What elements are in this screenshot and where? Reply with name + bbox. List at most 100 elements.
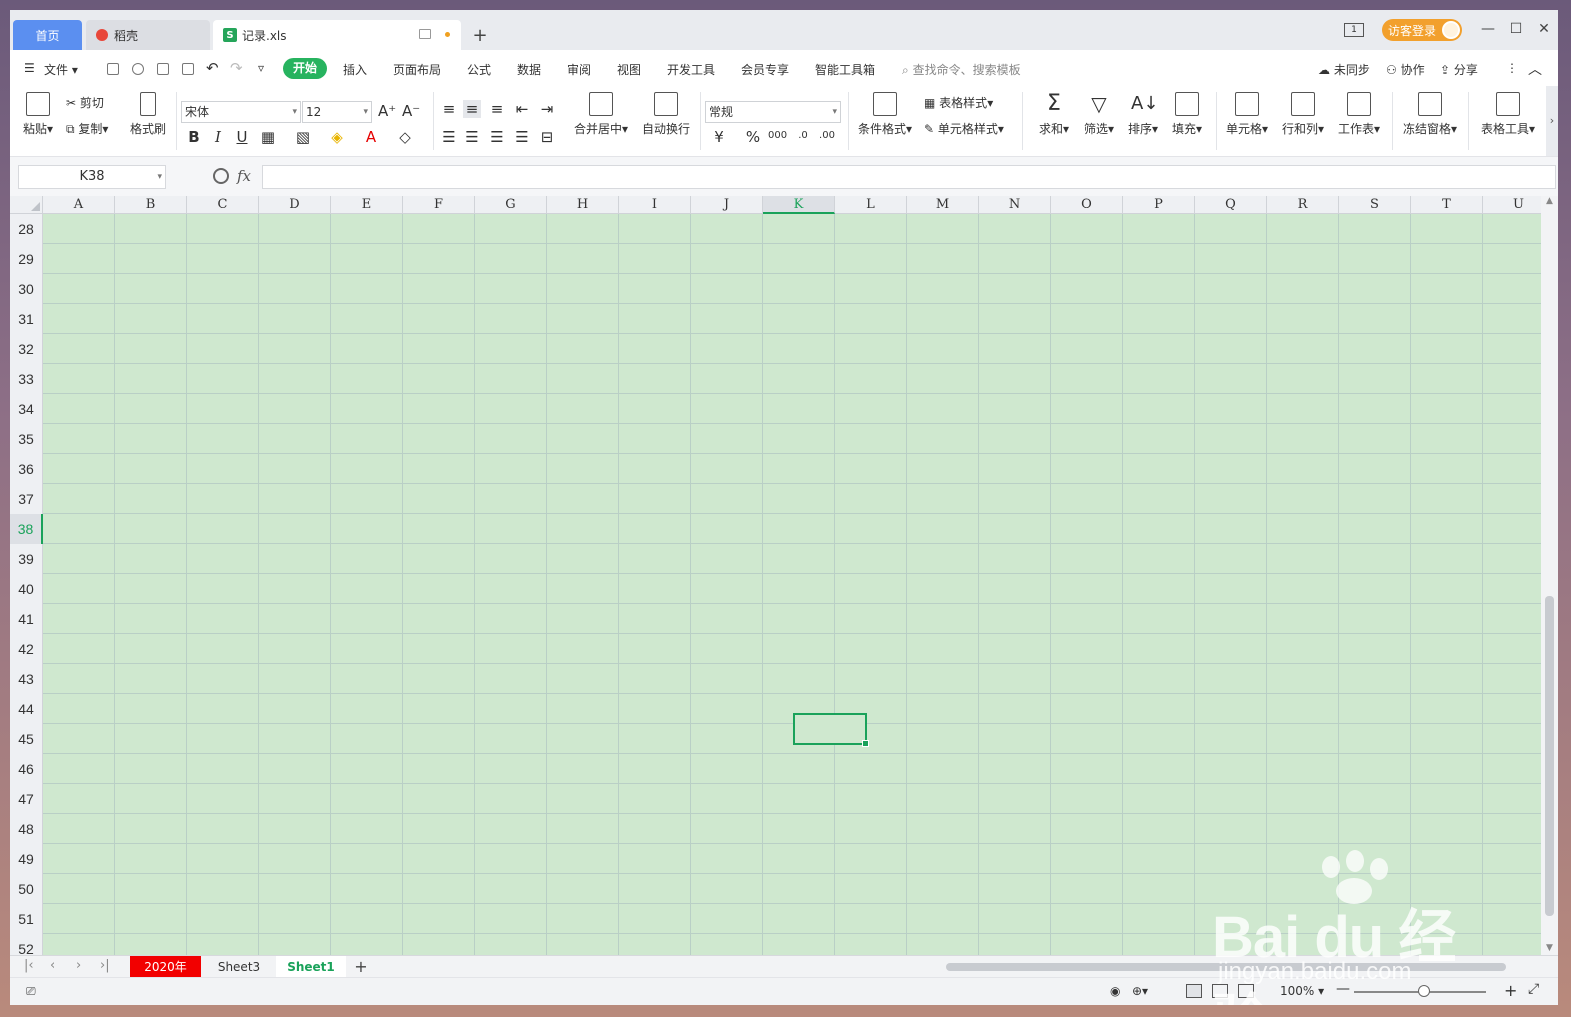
- row-header-33[interactable]: 33: [10, 364, 43, 394]
- row-header-30[interactable]: 30: [10, 274, 43, 304]
- fx-icon[interactable]: fx: [237, 167, 251, 185]
- decrease-font-icon[interactable]: A⁻: [402, 102, 420, 120]
- select-all-corner[interactable]: [10, 196, 43, 214]
- row-header-42[interactable]: 42: [10, 634, 43, 664]
- tab-home[interactable]: 首页: [13, 20, 82, 50]
- column-header-p[interactable]: P: [1123, 196, 1195, 214]
- align-bottom-icon[interactable]: ≡: [488, 100, 506, 118]
- menu-file[interactable]: 文件 ▾: [44, 61, 78, 78]
- sum-button[interactable]: Σ 求和▾: [1036, 92, 1072, 137]
- sync-button[interactable]: ☁ 未同步: [1318, 61, 1370, 78]
- row-header-35[interactable]: 35: [10, 424, 43, 454]
- login-button[interactable]: 访客登录: [1382, 19, 1462, 41]
- fullscreen-icon[interactable]: ⤢: [1528, 981, 1539, 997]
- cell-button[interactable]: 单元格▾: [1224, 92, 1270, 137]
- paste-button[interactable]: 粘贴▾: [22, 92, 54, 137]
- last-sheet-icon[interactable]: ›|: [100, 958, 110, 973]
- share-button[interactable]: ⇪ 分享: [1440, 61, 1478, 78]
- menu-data[interactable]: 数据: [517, 61, 541, 78]
- row-header-44[interactable]: 44: [10, 694, 43, 724]
- row-header-40[interactable]: 40: [10, 574, 43, 604]
- first-sheet-icon[interactable]: |‹: [24, 958, 34, 973]
- search-command[interactable]: ⌕ 查找命令、搜索模板: [902, 61, 1021, 78]
- font-size-select[interactable]: 12: [302, 101, 372, 123]
- row-header-41[interactable]: 41: [10, 604, 43, 634]
- decrease-indent-icon[interactable]: ⇤: [513, 100, 531, 118]
- column-header-m[interactable]: M: [907, 196, 979, 214]
- print-icon[interactable]: [157, 63, 169, 75]
- tab-daoke[interactable]: 稻壳: [86, 20, 210, 50]
- conditional-format-button[interactable]: 条件格式▾: [856, 92, 914, 137]
- row-header-32[interactable]: 32: [10, 334, 43, 364]
- distributed-icon[interactable]: ⊟: [538, 128, 556, 146]
- menu-page-layout[interactable]: 页面布局: [393, 61, 441, 78]
- row-header-36[interactable]: 36: [10, 454, 43, 484]
- row-header-38[interactable]: 38: [10, 514, 43, 544]
- sheet-tab-2020[interactable]: 2020年: [130, 956, 201, 978]
- row-header-37[interactable]: 37: [10, 484, 43, 514]
- increase-indent-icon[interactable]: ⇥: [538, 100, 556, 118]
- column-header-c[interactable]: C: [187, 196, 259, 214]
- column-header-t[interactable]: T: [1411, 196, 1483, 214]
- align-center-icon[interactable]: ☰: [463, 128, 481, 146]
- formula-input[interactable]: [262, 165, 1556, 189]
- worksheet-button[interactable]: 工作表▾: [1336, 92, 1382, 137]
- row-header-28[interactable]: 28: [10, 214, 43, 244]
- row-header-43[interactable]: 43: [10, 664, 43, 694]
- row-header-39[interactable]: 39: [10, 544, 43, 574]
- row-header-45[interactable]: 45: [10, 724, 43, 754]
- menu-insert[interactable]: 插入: [343, 61, 367, 78]
- add-sheet-button[interactable]: +: [351, 956, 371, 978]
- column-header-s[interactable]: S: [1339, 196, 1411, 214]
- collapse-ribbon-icon[interactable]: ︿: [1528, 59, 1542, 79]
- collab-button[interactable]: ⚇ 协作: [1386, 61, 1425, 78]
- read-mode-icon[interactable]: 1: [1344, 23, 1364, 37]
- close-icon[interactable]: ✕: [1536, 21, 1552, 37]
- sort-button[interactable]: A↓ 排序▾: [1125, 92, 1161, 137]
- format-painter-button[interactable]: 格式刷: [128, 92, 168, 137]
- menu-view[interactable]: 视图: [617, 61, 641, 78]
- column-header-i[interactable]: I: [619, 196, 691, 214]
- customize-icon[interactable]: ▿: [258, 61, 264, 75]
- print-preview-icon[interactable]: [182, 63, 194, 75]
- cut-button[interactable]: ✂ 剪切: [66, 94, 104, 111]
- menu-member[interactable]: 会员专享: [741, 61, 789, 78]
- menu-developer[interactable]: 开发工具: [667, 61, 715, 78]
- fill-color-icon[interactable]: ◈: [328, 128, 346, 146]
- align-left-icon[interactable]: ☰: [440, 128, 458, 146]
- row-header-31[interactable]: 31: [10, 304, 43, 334]
- cell-area[interactable]: [43, 214, 1541, 955]
- column-header-g[interactable]: G: [475, 196, 547, 214]
- row-header-48[interactable]: 48: [10, 814, 43, 844]
- minimize-icon[interactable]: —: [1480, 21, 1496, 37]
- align-top-icon[interactable]: ≡: [440, 100, 458, 118]
- menu-formula[interactable]: 公式: [467, 61, 491, 78]
- ribbon-scroll-right-icon[interactable]: ›: [1546, 86, 1558, 156]
- export-icon[interactable]: [132, 63, 144, 75]
- prev-sheet-icon[interactable]: ‹: [50, 958, 55, 973]
- freeze-panes-button[interactable]: 冻结窗格▾: [1400, 92, 1460, 137]
- zoom-formula-icon[interactable]: [213, 168, 229, 184]
- merge-center-button[interactable]: 合并居中▾: [570, 92, 632, 137]
- row-header-34[interactable]: 34: [10, 394, 43, 424]
- hamburger-icon[interactable]: ☰: [24, 61, 35, 75]
- redo-icon[interactable]: ↷: [230, 59, 243, 77]
- name-box[interactable]: K38: [18, 165, 166, 189]
- decrease-decimal-icon[interactable]: .00: [818, 130, 836, 141]
- wrap-text-button[interactable]: 自动换行: [640, 92, 692, 137]
- column-header-n[interactable]: N: [979, 196, 1051, 214]
- sheet-tab-sheet1[interactable]: Sheet1: [276, 956, 346, 978]
- row-header-46[interactable]: 46: [10, 754, 43, 784]
- normal-view-icon[interactable]: [1186, 984, 1202, 998]
- fill-pattern-icon[interactable]: ▧: [294, 128, 312, 146]
- align-middle-icon[interactable]: ≡: [463, 100, 481, 118]
- column-header-j[interactable]: J: [691, 196, 763, 214]
- bold-icon[interactable]: B: [185, 128, 203, 146]
- sheet-tab-sheet3[interactable]: Sheet3: [206, 956, 272, 978]
- border-icon[interactable]: ▦: [259, 128, 277, 146]
- undo-icon[interactable]: ↶: [206, 59, 219, 77]
- column-header-k[interactable]: K: [763, 196, 835, 214]
- copy-button[interactable]: ⧉ 复制▾: [66, 120, 108, 137]
- column-header-d[interactable]: D: [259, 196, 331, 214]
- cell-style-button[interactable]: ✎ 单元格样式▾: [924, 120, 1004, 137]
